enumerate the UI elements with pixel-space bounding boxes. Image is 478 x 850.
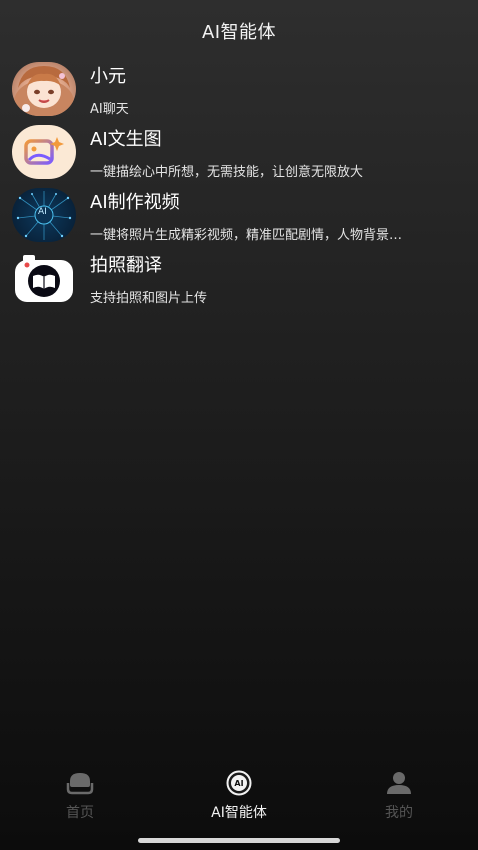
agent-name: 拍照翻译 — [90, 255, 162, 276]
agent-item-xiaoyuan[interactable]: 小元 AI聊天 — [0, 60, 478, 123]
ai-badge-text: AI — [234, 778, 244, 788]
tab-label: AI智能体 — [211, 805, 267, 821]
tab-label: 我的 — [385, 805, 413, 821]
agent-item-text-to-image[interactable]: AI文生图 一键描绘心中所想，无需技能，让创意无限放大 — [0, 123, 478, 186]
agent-list: 小元 AI聊天 AI文生图 一键描绘心中所想，无需技能，让创意无限放大 AI制作… — [0, 60, 478, 312]
home-indicator — [138, 838, 340, 843]
agent-desc: 一键将照片生成精彩视频，精准匹配剧情，人物背景… — [90, 228, 403, 243]
ai-badge-icon: AI — [225, 770, 253, 796]
image-sparkle-icon — [12, 125, 76, 179]
tab-home[interactable]: 首页 — [20, 770, 140, 830]
home-icon — [66, 770, 94, 796]
agent-name: AI制作视频 — [90, 192, 180, 213]
agent-item-photo-translate[interactable]: 拍照翻译 支持拍照和图片上传 — [0, 249, 478, 312]
tab-me[interactable]: 我的 — [339, 770, 459, 830]
anime-girl-avatar — [12, 62, 76, 116]
agent-name: AI文生图 — [90, 129, 162, 150]
agent-item-ai-video[interactable]: AI制作视频 一键将照片生成精彩视频，精准匹配剧情，人物背景… AI — [0, 186, 478, 249]
page-title: AI智能体 — [201, 22, 277, 43]
tab-label: 首页 — [66, 805, 94, 821]
tab-ai-agents[interactable]: AI AI智能体 — [179, 770, 299, 830]
camera-book-icon — [12, 251, 76, 305]
ai-video-badge-text: AI — [38, 207, 47, 217]
agent-desc: 支持拍照和图片上传 — [90, 291, 208, 306]
agent-name: 小元 — [90, 66, 126, 87]
agent-desc: AI聊天 — [90, 102, 129, 117]
bottom-tab-bar: 首页 AI AI智能体 我的 — [0, 770, 478, 830]
user-icon — [385, 770, 413, 796]
top-header: AI智能体 — [0, 0, 478, 62]
agent-desc: 一键描绘心中所想，无需技能，让创意无限放大 — [90, 165, 364, 180]
